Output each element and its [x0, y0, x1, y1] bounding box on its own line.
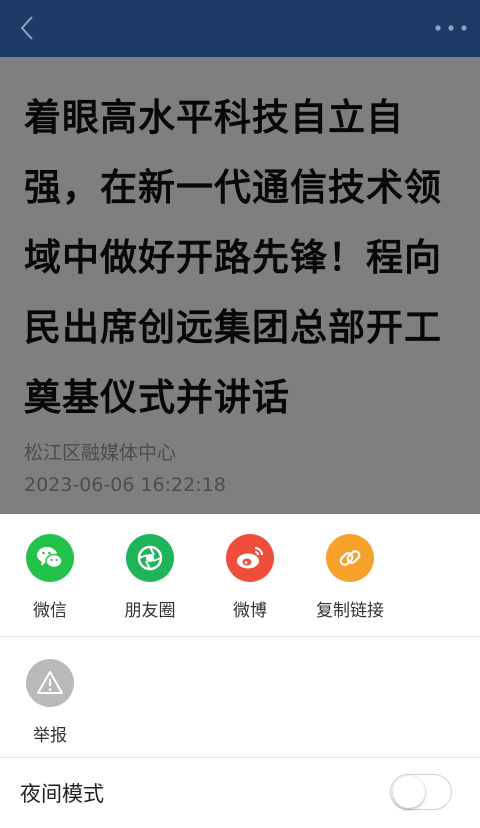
top-navigation-bar [0, 0, 480, 57]
night-mode-toggle[interactable] [390, 774, 452, 810]
report-label: 举报 [33, 726, 67, 746]
share-wechat-button[interactable]: 微信 [0, 534, 100, 621]
report-button[interactable]: 举报 [0, 659, 100, 746]
night-mode-row: 夜间模式 [0, 758, 480, 828]
copy-link-button[interactable]: 复制链接 [300, 534, 400, 621]
share-options-row: 微信 朋友圈 微博 复制链接 [0, 514, 480, 636]
moments-icon [126, 534, 174, 582]
share-sheet: 微信 朋友圈 微博 复制链接 举报 夜间模式 [0, 514, 480, 827]
more-dots-icon[interactable] [434, 18, 468, 38]
weibo-icon [226, 534, 274, 582]
share-weibo-label: 微博 [233, 601, 267, 621]
toggle-knob [393, 776, 425, 808]
link-icon [326, 534, 374, 582]
share-wechat-label: 微信 [33, 601, 67, 621]
wechat-icon [26, 534, 74, 582]
night-mode-label: 夜间模式 [20, 782, 104, 806]
warning-icon [26, 659, 74, 707]
share-moments-button[interactable]: 朋友圈 [100, 534, 200, 621]
back-chevron-icon[interactable] [14, 14, 42, 42]
share-weibo-button[interactable]: 微博 [200, 534, 300, 621]
share-moments-label: 朋友圈 [124, 601, 176, 621]
report-row: 举报 [0, 637, 480, 757]
copy-link-label: 复制链接 [316, 601, 384, 621]
